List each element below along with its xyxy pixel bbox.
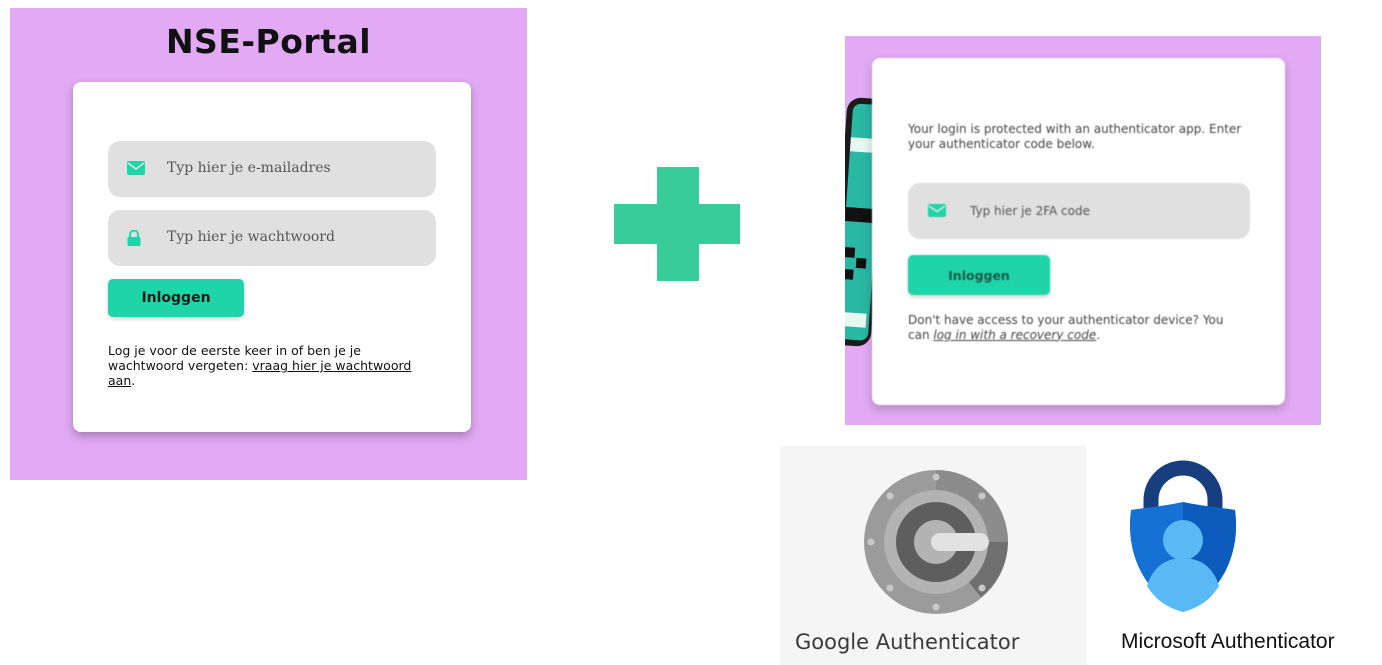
password-field[interactable]: Typ hier je wachtwoord	[108, 210, 436, 266]
help-text: Log je voor de eerste keer in of ben je …	[108, 343, 428, 388]
portal-title: NSE-Portal	[165, 22, 372, 61]
twofa-code-field[interactable]: Typ hier je 2FA code	[908, 183, 1250, 239]
login-panel: NSE-Portal Typ hier je e-mailadres Typ h…	[10, 8, 527, 480]
microsoft-authenticator-icon	[1123, 454, 1243, 619]
email-placeholder: Typ hier je e-mailadres	[167, 160, 331, 176]
twofa-code-placeholder: Typ hier je 2FA code	[970, 204, 1090, 218]
recovery-code-link[interactable]: log in with a recovery code	[933, 328, 1096, 342]
password-placeholder: Typ hier je wachtwoord	[167, 229, 335, 245]
recovery-text-suffix: .	[1096, 327, 1101, 342]
twofa-info-text: Your login is protected with an authenti…	[908, 122, 1242, 151]
recovery-text: Don't have access to your authenticator …	[908, 313, 1238, 342]
google-authenticator-label: Google Authenticator	[795, 630, 1020, 654]
login-card: Typ hier je e-mailadres Typ hier je wach…	[73, 82, 471, 432]
email-field[interactable]: Typ hier je e-mailadres	[108, 141, 436, 197]
microsoft-authenticator-label: Microsoft Authenticator	[1121, 630, 1335, 653]
login-button[interactable]: Inloggen	[108, 279, 244, 317]
twofa-panel: Your login is protected with an authenti…	[845, 36, 1321, 425]
lock-icon	[127, 229, 141, 251]
help-text-suffix: .	[131, 373, 136, 388]
envelope-icon	[928, 204, 946, 222]
twofa-card: Your login is protected with an authenti…	[872, 58, 1285, 405]
google-authenticator-icon	[861, 467, 1011, 622]
twofa-login-button[interactable]: Inloggen	[908, 255, 1050, 295]
plus-icon-horizontal-bar	[614, 204, 740, 244]
envelope-icon	[127, 161, 145, 180]
